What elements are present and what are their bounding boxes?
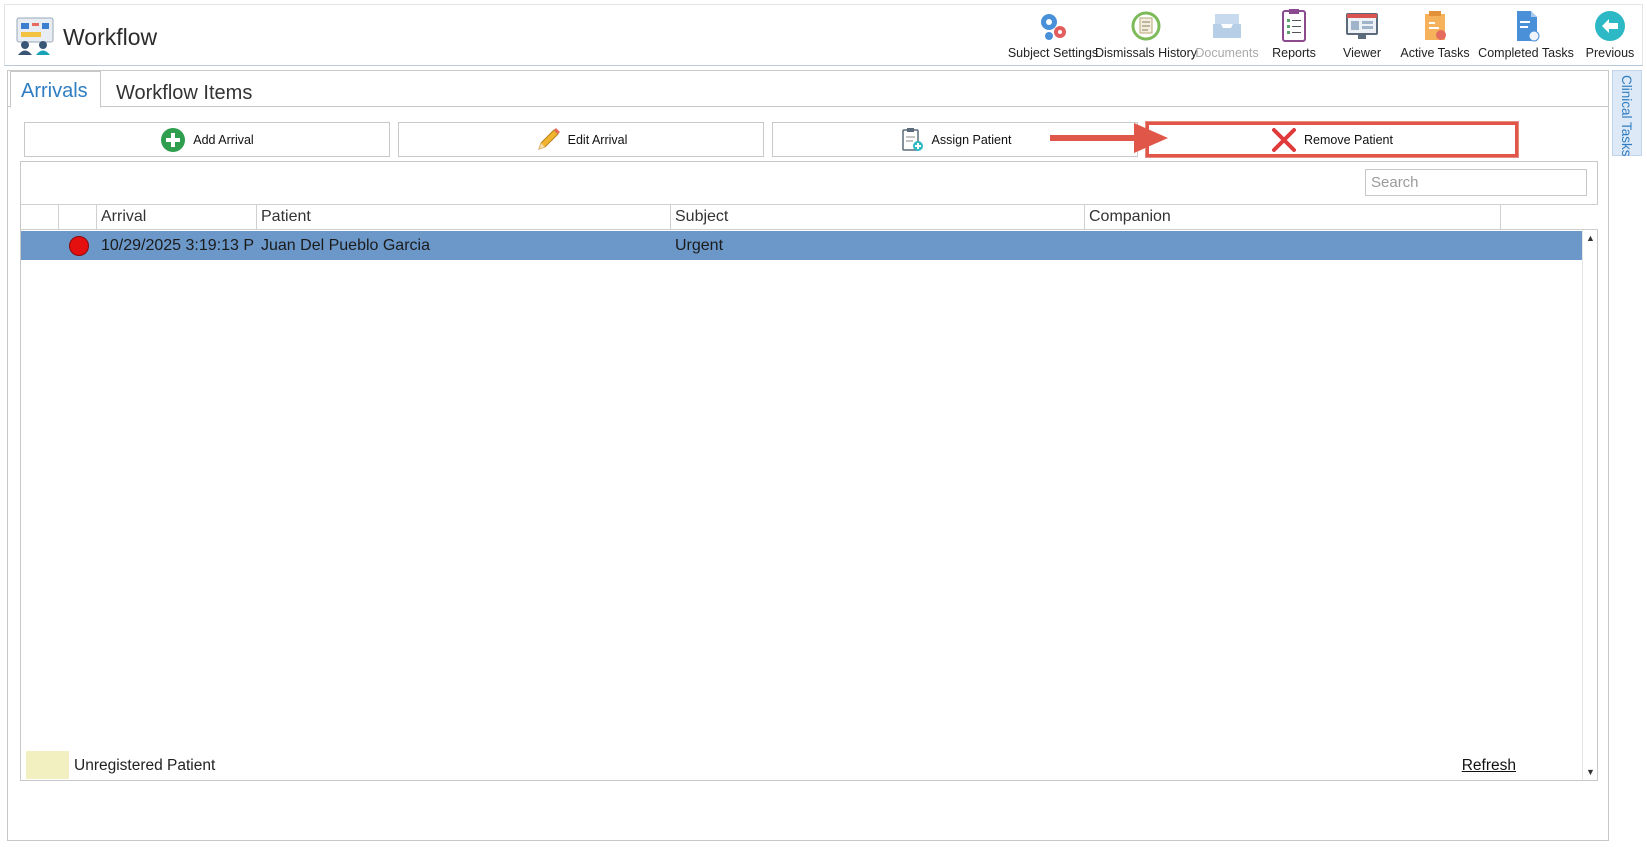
column-header-status[interactable] bbox=[59, 205, 97, 230]
assign-clipboard-icon bbox=[901, 127, 923, 151]
column-header-select[interactable] bbox=[21, 205, 59, 230]
viewer-button[interactable]: Viewer bbox=[1328, 5, 1396, 65]
app-title: Workflow bbox=[63, 24, 158, 50]
refresh-link[interactable]: Refresh bbox=[1462, 757, 1516, 775]
active-tasks-button[interactable]: Active Tasks bbox=[1396, 5, 1474, 65]
tab-workflow-items[interactable]: Workflow Items bbox=[106, 71, 262, 108]
cell-companion bbox=[1085, 231, 1501, 260]
completed-tasks-button[interactable]: Completed Tasks bbox=[1474, 5, 1578, 65]
main-panel: Arrivals Workflow Items Add Arrival Edit… bbox=[7, 70, 1609, 841]
toolbar-label: Reports bbox=[1272, 46, 1316, 60]
cell-subject: Urgent bbox=[675, 237, 724, 254]
add-arrival-button[interactable]: Add Arrival bbox=[24, 122, 390, 157]
monitor-icon bbox=[1346, 13, 1378, 39]
history-icon bbox=[1131, 11, 1161, 41]
side-tab-label: Clinical Tasks bbox=[1619, 75, 1634, 157]
arrow-left-circle-icon bbox=[1595, 11, 1625, 41]
grid-header: Arrival Patient Subject Companion bbox=[21, 204, 1598, 230]
pencil-icon bbox=[537, 127, 560, 150]
status-red-dot-icon bbox=[69, 236, 89, 256]
previous-button[interactable]: Previous bbox=[1578, 5, 1642, 65]
column-header-patient[interactable]: Patient bbox=[257, 205, 671, 230]
table-row[interactable]: 10/29/2025 3:19:13 PM Juan Del Pueblo Ga… bbox=[21, 231, 1584, 260]
edit-arrival-button[interactable]: Edit Arrival bbox=[398, 122, 764, 157]
scroll-up-icon[interactable]: ▲ bbox=[1583, 231, 1598, 245]
column-header-companion[interactable]: Companion bbox=[1085, 205, 1501, 230]
inbox-icon bbox=[1213, 14, 1241, 38]
edit-arrival-label: Edit Arrival bbox=[567, 132, 628, 147]
app-header: Workflow Subject Settings Dismissals His… bbox=[4, 4, 1643, 66]
vertical-scrollbar[interactable]: ▲ ▼ bbox=[1582, 230, 1597, 780]
cell-patient: Juan Del Pueblo Garcia bbox=[261, 237, 430, 254]
cell-arrival: 10/29/2025 3:19:13 PM bbox=[101, 237, 255, 254]
toolbar-label: Documents bbox=[1195, 46, 1259, 60]
toolbar-label: Completed Tasks bbox=[1478, 46, 1574, 60]
arrivals-grid: Arrival Patient Subject Companion 10/29/… bbox=[20, 161, 1598, 781]
unregistered-swatch bbox=[26, 751, 69, 779]
plus-circle-icon bbox=[161, 127, 186, 152]
toolbar-label: Dismissals History bbox=[1094, 46, 1198, 60]
column-header-subject[interactable]: Subject bbox=[671, 205, 1085, 230]
reports-button[interactable]: Reports bbox=[1260, 5, 1328, 65]
top-toolbar: Subject Settings Dismissals History Docu… bbox=[1008, 5, 1642, 65]
tab-arrivals[interactable]: Arrivals bbox=[10, 71, 101, 108]
column-header-arrival[interactable]: Arrival bbox=[97, 205, 257, 230]
remove-patient-button[interactable]: Remove Patient bbox=[1145, 121, 1519, 158]
scroll-down-icon[interactable]: ▼ bbox=[1583, 765, 1598, 779]
toolbar-label: Subject Settings bbox=[1007, 46, 1099, 60]
gears-icon bbox=[1041, 14, 1066, 40]
assign-patient-label: Assign Patient bbox=[931, 132, 1012, 147]
clinical-tasks-side-tab[interactable]: Clinical Tasks bbox=[1612, 70, 1642, 157]
toolbar-label: Active Tasks bbox=[1400, 46, 1470, 60]
tab-bar: Arrivals Workflow Items bbox=[8, 71, 1608, 108]
unregistered-legend-label: Unregistered Patient bbox=[74, 757, 216, 774]
red-x-icon bbox=[1272, 127, 1297, 152]
toolbar-label: Viewer bbox=[1343, 46, 1381, 60]
active-tasks-icon bbox=[1425, 11, 1446, 40]
annotation-arrow-icon bbox=[1050, 123, 1168, 153]
remove-patient-label: Remove Patient bbox=[1304, 132, 1393, 147]
action-bar: Add Arrival Edit Arrival Assign Patient bbox=[24, 121, 1568, 158]
search-input[interactable] bbox=[1365, 169, 1587, 196]
add-arrival-label: Add Arrival bbox=[193, 132, 254, 147]
dismissals-history-button[interactable]: Dismissals History bbox=[1094, 5, 1198, 65]
workflow-logo-icon bbox=[16, 17, 54, 55]
documents-button[interactable]: Documents bbox=[1194, 5, 1260, 65]
completed-tasks-icon bbox=[1517, 11, 1540, 42]
toolbar-label: Previous bbox=[1585, 46, 1635, 60]
subject-settings-button[interactable]: Subject Settings bbox=[1008, 5, 1098, 65]
clipboard-list-icon bbox=[1282, 9, 1306, 42]
